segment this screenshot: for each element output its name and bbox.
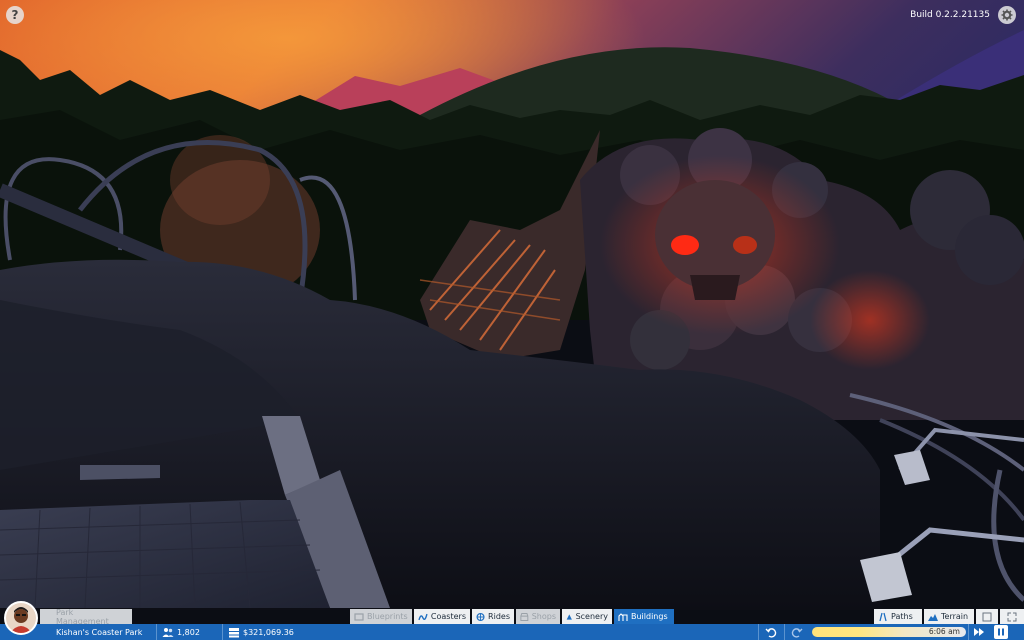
tab-shops[interactable]: Shops [516,609,560,624]
guest-count[interactable]: 1,802 [162,624,200,640]
expand-button[interactable] [1000,609,1024,624]
buildings-icon [618,612,628,621]
fast-forward-button[interactable] [972,625,986,639]
build-toolbar: Park Management Blueprints Coasters Ride… [0,608,1024,626]
park-name[interactable]: Kishan's Coaster Park [56,624,142,640]
tab-park-management[interactable]: Park Management [40,608,132,626]
game-viewport[interactable] [0,0,1024,640]
park-money[interactable]: $321,069.36 [228,624,294,640]
help-button[interactable]: ? [6,6,24,24]
shops-icon [520,612,529,621]
tab-buildings[interactable]: Buildings [614,609,674,624]
tab-rides[interactable]: Rides [472,609,514,624]
paths-icon [879,612,887,621]
undo-button[interactable] [764,625,778,639]
avatar-portrait [6,603,36,633]
fast-forward-icon [974,628,984,636]
tab-terrain[interactable]: Terrain [924,609,974,624]
coasters-icon [418,613,428,620]
build-version-label: Build 0.2.2.21135 [910,10,990,20]
time-of-day-bar[interactable]: 6:06 am [812,627,966,637]
tab-scenery[interactable]: Scenery [562,609,612,624]
rides-icon [476,612,485,621]
park-manager-avatar[interactable] [4,601,38,635]
pause-button[interactable] [994,625,1008,639]
settings-gear-icon [1001,9,1013,21]
redo-icon [791,628,803,638]
tab-blueprints[interactable]: Blueprints [350,609,412,624]
terrain-icon [928,613,938,621]
undo-icon [765,628,777,638]
settings-button[interactable] [998,6,1016,24]
help-icon: ? [11,8,19,22]
guests-icon [162,627,174,637]
redo-button[interactable] [790,625,804,639]
grid-icon [982,612,992,621]
scenery-icon [566,613,572,620]
tab-coasters[interactable]: Coasters [414,609,470,624]
money-icon [229,627,239,637]
grid-toggle-button[interactable] [976,609,998,624]
time-of-day: 6:06 am [928,627,960,636]
blueprints-icon [354,612,364,621]
pause-icon [998,628,1004,636]
expand-icon [1007,612,1017,621]
tab-paths[interactable]: Paths [874,609,922,624]
stone-paving [0,500,330,608]
